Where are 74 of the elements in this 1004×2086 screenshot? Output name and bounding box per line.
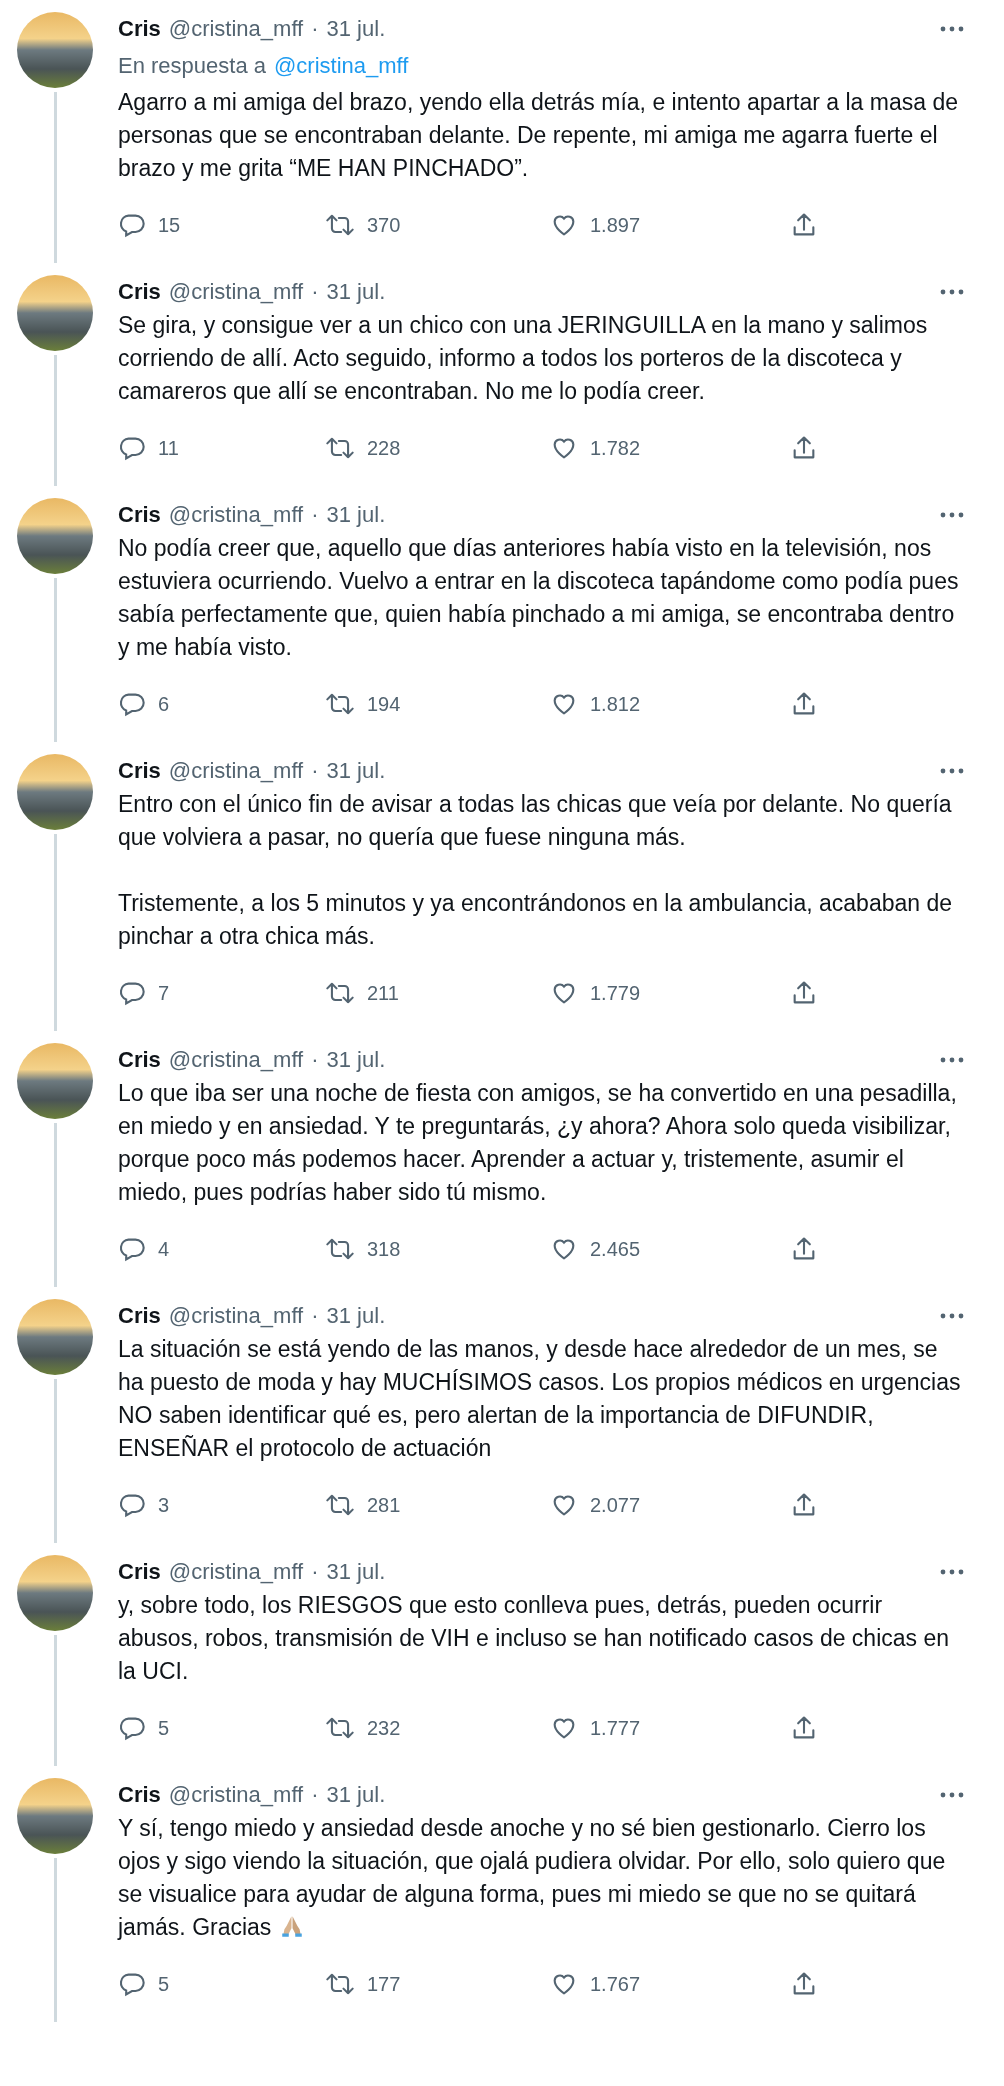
like-count: 2.077 <box>590 1493 641 1518</box>
author-handle[interactable]: @cristina_mff <box>168 1043 304 1077</box>
reply-count: 3 <box>158 1493 170 1518</box>
tweet-date[interactable]: 31 jul. <box>326 1555 386 1589</box>
like-count: 2.465 <box>590 1237 641 1262</box>
like-count: 1.897 <box>590 213 641 238</box>
tweet-date[interactable]: 31 jul. <box>326 754 386 788</box>
tweet-text: Y sí, tengo miedo y ansiedad desde anoche y no sé bien gestionarlo. Cierro los ojos y sigo viendo la situación, que ojalá pudiera olvidar. Por ello, solo quiero que se visualice para ayudar de alguna forma, pues mi miedo se que no se quitará jamás. Gracias <box>118 1814 947 1942</box>
more-icon[interactable] <box>940 26 964 32</box>
more-icon[interactable] <box>940 1313 964 1319</box>
like-count: 1.812 <box>590 692 641 717</box>
separator: · <box>311 15 319 43</box>
separator: · <box>311 1558 319 1586</box>
more-icon[interactable] <box>940 768 964 774</box>
tweet-text: La situación se está yendo de las manos, y desde hace alrededor de un mes, se ha puesto de moda y hay MUCHÍSIMOS casos. Los propios médicos en urgencias NO saben identificar qué es, pero alertan de la importancia de DIFUNDIR, ENSEÑAR el protocolo de actuación <box>118 1335 962 1463</box>
reply-count: 5 <box>158 1972 170 1997</box>
author-handle[interactable]: @cristina_mff <box>168 754 304 788</box>
tweet-date[interactable]: 31 jul. <box>326 1299 386 1333</box>
author-name[interactable]: Cris <box>118 754 161 788</box>
tweet-date[interactable]: 31 jul. <box>326 498 386 532</box>
reply-count: 5 <box>158 1716 170 1741</box>
author-handle[interactable]: @cristina_mff <box>168 12 304 46</box>
reply-count: 4 <box>158 1237 170 1262</box>
more-icon[interactable] <box>940 289 964 295</box>
author-name[interactable]: Cris <box>118 1778 161 1812</box>
more-icon[interactable] <box>940 1792 964 1798</box>
author-name[interactable]: Cris <box>118 1555 161 1589</box>
tweet-text: No podía creer que, aquello que días anteriores había visto en la televisión, nos estuviera ocurriendo. Vuelvo a entrar en la discoteca tapándome como podía pues sabía perfectamente que, quien había pinchado a mi amiga, se encontraba dentro y me había visto. <box>118 534 960 662</box>
more-icon[interactable] <box>940 512 964 518</box>
tweet-text: Lo que iba ser una noche de fiesta con amigos, se ha convertido en una pesadilla, en miedo y en ansiedad. Y te preguntarás, ¿y ahora? Ahora solo queda visibilizar, porque poco más podemos hacer. Aprender a actuar y, tristemente, asumir el miedo, pues podrías haber sido tú mismo. <box>118 1079 958 1207</box>
separator: · <box>311 1302 319 1330</box>
tweet-date[interactable]: 31 jul. <box>326 275 386 309</box>
tweet-text: y, sobre todo, los RIESGOS que esto conlleva pues, detrás, pueden ocurrir abusos, robos, transmisión de VIH e incluso se han notificado casos de chicas en la UCI. <box>118 1591 951 1686</box>
tweet-date[interactable]: 31 jul. <box>326 1043 386 1077</box>
separator: · <box>311 1046 319 1074</box>
author-name[interactable]: Cris <box>118 498 161 532</box>
author-handle[interactable]: @cristina_mff <box>168 275 304 309</box>
like-count: 1.767 <box>590 1972 641 1997</box>
reply-count: 6 <box>158 692 170 717</box>
retweet-count: 370 <box>367 213 401 238</box>
separator: · <box>311 757 319 785</box>
retweet-count: 177 <box>367 1972 401 1997</box>
retweet-count: 318 <box>367 1237 401 1262</box>
retweet-count: 211 <box>367 981 399 1006</box>
retweet-count: 281 <box>367 1493 401 1518</box>
author-name[interactable]: Cris <box>118 275 161 309</box>
reply-count: 11 <box>158 436 179 461</box>
like-count: 1.779 <box>590 981 641 1006</box>
tweet-text: Entro con el único fin de avisar a todas las chicas que veía por delante. No quería que volviera a pasar, no quería que fuese ninguna más. <box>118 790 953 852</box>
more-icon[interactable] <box>940 1057 964 1063</box>
separator: · <box>311 1781 319 1809</box>
tweet-date[interactable]: 31 jul. <box>326 12 386 46</box>
retweet-count: 194 <box>367 692 401 717</box>
reply-count: 15 <box>158 213 181 238</box>
more-icon[interactable] <box>940 1569 964 1575</box>
reply-count: 7 <box>158 981 170 1006</box>
separator: · <box>311 501 319 529</box>
reply-label: En respuesta a <box>118 52 266 80</box>
retweet-count: 228 <box>367 436 401 461</box>
tweet-text: Tristemente, a los 5 minutos y ya encontrándonos en la ambulancia, acababan de pinchar a otra chica más. <box>118 889 954 951</box>
author-handle[interactable]: @cristina_mff <box>168 1299 304 1333</box>
author-handle[interactable]: @cristina_mff <box>168 1555 304 1589</box>
separator: · <box>311 278 319 306</box>
author-handle[interactable]: @cristina_mff <box>168 1778 304 1812</box>
tweet-text: Se gira, y consigue ver a un chico con una JERINGUILLA en la mano y salimos corriendo de allí. Acto seguido, informo a todos los porteros de la discoteca y camareros que allí se encontraban. No me lo podía creer. <box>118 311 929 406</box>
tweet-text: Agarro a mi amiga del brazo, yendo ella detrás mía, e intento apartar a la masa de personas que se encontraban delante. De repente, mi amiga me agarra fuerte el brazo y me grita “ME HAN PINCHADO”. <box>118 88 959 183</box>
author-name[interactable]: Cris <box>118 12 161 46</box>
author-name[interactable]: Cris <box>118 1299 161 1333</box>
tweet-date[interactable]: 31 jul. <box>326 1778 386 1812</box>
author-name[interactable]: Cris <box>118 1043 161 1077</box>
like-count: 1.782 <box>590 436 641 461</box>
retweet-count: 232 <box>367 1716 401 1741</box>
like-count: 1.777 <box>590 1716 641 1741</box>
author-handle[interactable]: @cristina_mff <box>168 498 304 532</box>
